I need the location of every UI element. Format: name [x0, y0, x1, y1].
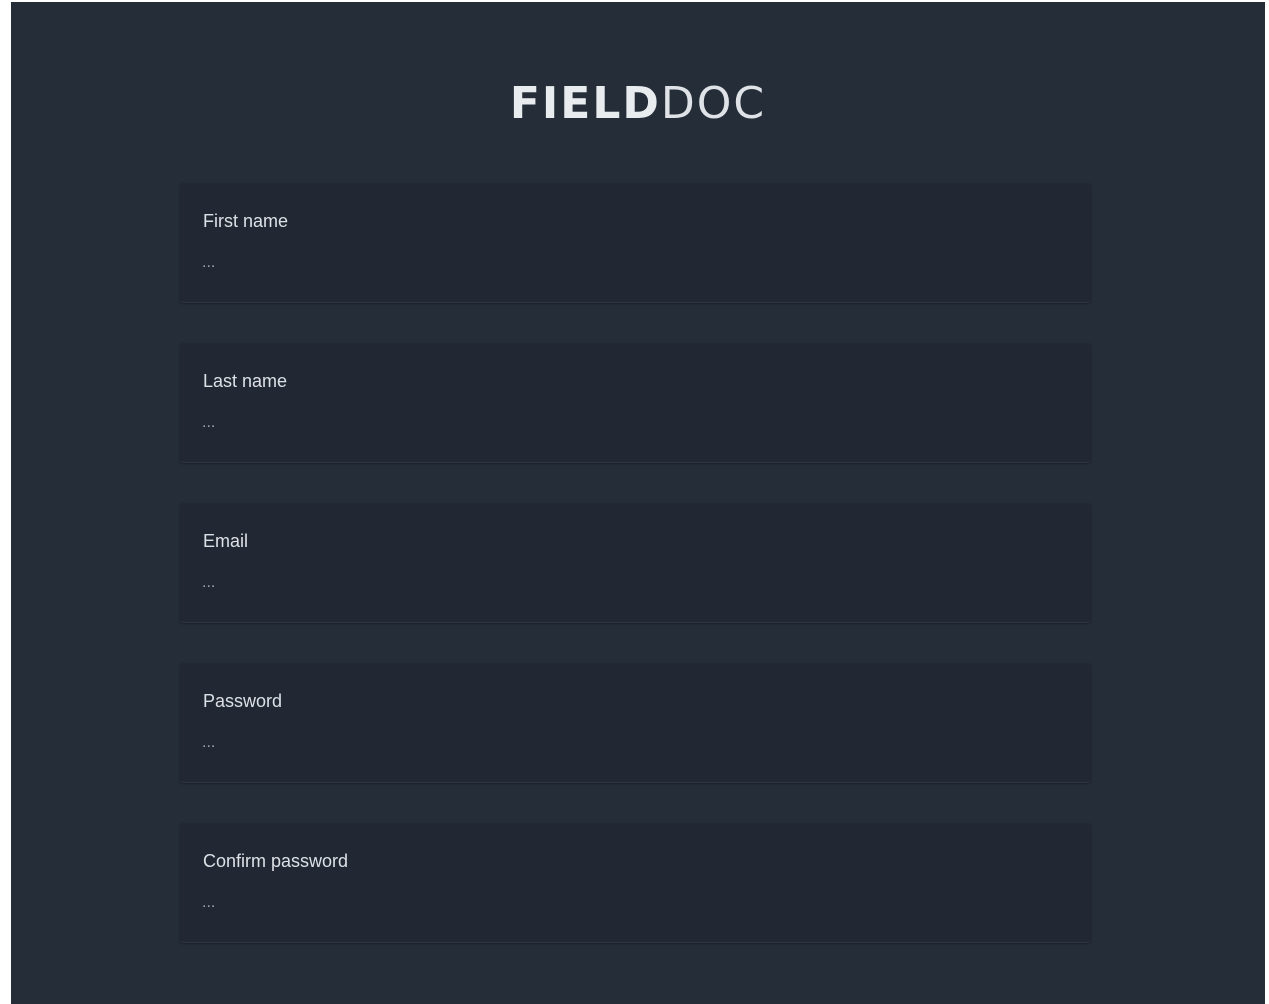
email-field[interactable]: Email	[180, 503, 1091, 623]
confirm-password-field[interactable]: Confirm password	[180, 823, 1091, 943]
last-name-label: Last name	[203, 371, 288, 391]
password-label: Password	[203, 691, 283, 711]
confirm-password-label: Confirm password	[203, 851, 349, 871]
password-field[interactable]: Password	[180, 663, 1091, 783]
email-input[interactable]	[202, 569, 1062, 597]
first-name-input[interactable]	[202, 249, 1062, 277]
signup-page: FIELDDOC First name Last name Email Pass…	[11, 2, 1265, 1004]
logo-bold-text: FIELD	[509, 78, 661, 129]
first-name-label: First name	[203, 211, 289, 231]
confirm-password-input[interactable]	[202, 889, 1062, 917]
last-name-input[interactable]	[202, 409, 1062, 437]
email-label: Email	[203, 531, 249, 551]
password-input[interactable]	[202, 729, 1062, 757]
signup-form: First name Last name Email Password Conf…	[180, 183, 1091, 983]
first-name-field[interactable]: First name	[180, 183, 1091, 303]
logo-light-text: DOC	[660, 78, 767, 129]
last-name-field[interactable]: Last name	[180, 343, 1091, 463]
fielddoc-logo: FIELDDOC	[11, 82, 1265, 126]
